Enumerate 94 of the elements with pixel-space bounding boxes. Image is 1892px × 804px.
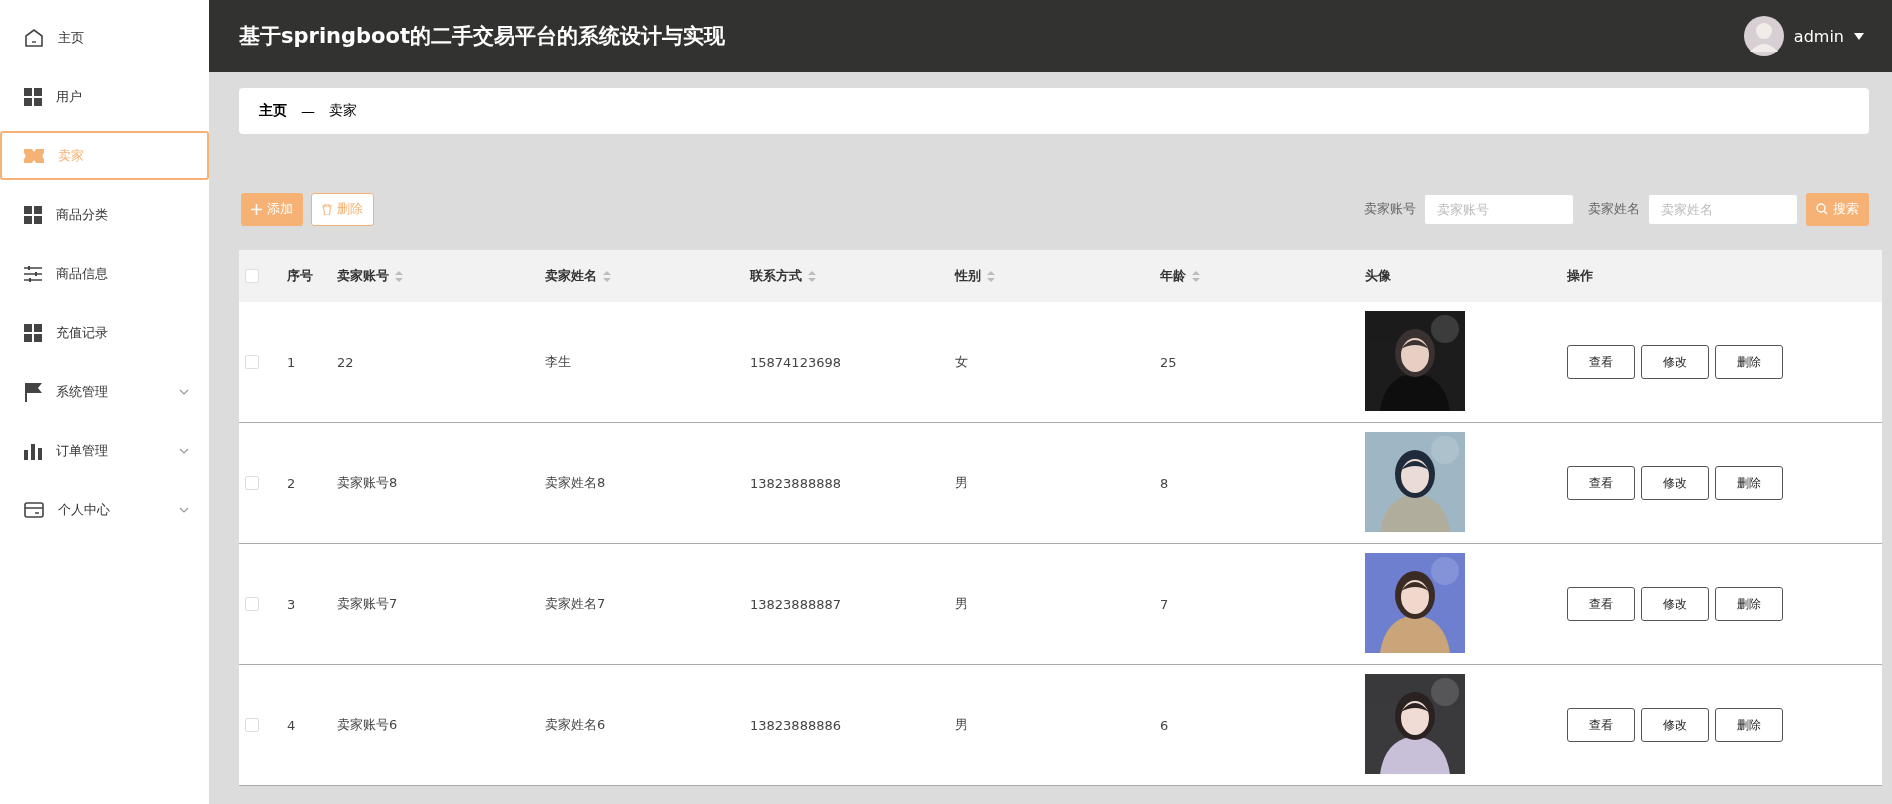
bar-chart-icon xyxy=(24,441,42,460)
sidebar-item[interactable]: 用户 xyxy=(0,72,209,121)
sidebar-item[interactable]: 系统管理 xyxy=(0,367,209,416)
column-header: 序号 xyxy=(287,267,313,285)
user-name[interactable]: admin xyxy=(1793,26,1844,46)
sidebar-label: 用户 xyxy=(56,87,83,106)
table-cell-text: 22 xyxy=(337,354,355,370)
table-cell-text: 卖家账号7 xyxy=(337,595,399,613)
filter-field[interactable]: 卖家姓名 xyxy=(1648,193,1798,225)
table-cell-text: 13823888886 xyxy=(750,717,842,733)
sidebar-label: 订单管理 xyxy=(56,441,109,460)
filter-label: 卖家账号 xyxy=(1364,200,1416,218)
table-cell-text: 2 xyxy=(287,475,297,491)
plus-icon xyxy=(251,203,262,215)
table-cell-text: 15874123698 xyxy=(750,354,842,370)
action-button[interactable]: 删除 xyxy=(1715,587,1783,621)
breadcrumb-item[interactable]: 主页 xyxy=(259,102,287,120)
sidebar-item[interactable]: 主页 xyxy=(0,13,209,62)
column-header: 头像 xyxy=(1365,267,1391,285)
table-cell-text: 卖家姓名7 xyxy=(545,595,607,613)
table-cell-text: 卖家姓名8 xyxy=(545,474,607,492)
checkbox[interactable] xyxy=(245,355,259,369)
breadcrumb-separator: — xyxy=(301,103,315,119)
table-cell-text: 男 xyxy=(955,474,969,492)
table-cell-text: 卖家账号8 xyxy=(337,474,399,492)
column-header: 年龄 xyxy=(1160,267,1186,285)
caret-icon[interactable] xyxy=(1854,32,1864,40)
home-icon xyxy=(24,27,44,48)
sidebar-label: 主页 xyxy=(58,28,85,47)
column-header: 卖家姓名 xyxy=(545,267,597,285)
breadcrumb-item: 卖家 xyxy=(329,102,357,120)
action-button[interactable]: 删除 xyxy=(1715,708,1783,742)
avatar[interactable] xyxy=(1743,16,1784,56)
table-cell-text: 4 xyxy=(287,717,297,733)
sidebar-item[interactable]: 商品分类 xyxy=(0,190,209,239)
checkbox[interactable] xyxy=(245,476,259,490)
table-cell-text: 13823888887 xyxy=(750,596,842,612)
ticket-icon xyxy=(24,148,44,163)
table-cell-text: 1 xyxy=(287,354,297,370)
action-button[interactable]: 查看 xyxy=(1567,466,1635,500)
table-cell-text: 13823888888 xyxy=(750,475,842,491)
column-header: 联系方式 xyxy=(750,267,802,285)
page-title: 基于springboot的二手交易平台的系统设计与实现 xyxy=(239,23,726,50)
table-cell-text: 男 xyxy=(955,595,969,613)
column-header: 卖家账号 xyxy=(337,267,389,285)
grid-icon xyxy=(24,205,42,224)
sidebar-label: 商品信息 xyxy=(56,264,109,283)
action-button[interactable]: 修改 xyxy=(1641,466,1709,500)
search-icon xyxy=(1816,203,1828,215)
sidebar-item[interactable]: 商品信息 xyxy=(0,249,209,298)
sort-icon[interactable] xyxy=(808,270,816,282)
action-button[interactable]: 修改 xyxy=(1641,587,1709,621)
sidebar-label: 商品分类 xyxy=(56,205,109,224)
table-cell-text: 男 xyxy=(955,716,969,734)
sort-icon[interactable] xyxy=(987,270,995,282)
sidebar-label: 充值记录 xyxy=(56,323,109,342)
grid-icon xyxy=(24,87,42,106)
sidebar-item[interactable]: 充值记录 xyxy=(0,308,209,357)
action-button[interactable]: 修改 xyxy=(1641,345,1709,379)
table-cell-text: 3 xyxy=(287,596,297,612)
trash-icon xyxy=(322,203,332,215)
action-button[interactable]: 查看 xyxy=(1567,587,1635,621)
sidebar-item[interactable]: 个人中心 xyxy=(0,485,209,534)
table-cell-text: 25 xyxy=(1160,354,1178,370)
table-cell-text: 女 xyxy=(955,353,969,371)
sidebar-item[interactable]: 订单管理 xyxy=(0,426,209,475)
column-header: 性别 xyxy=(955,267,981,285)
table-cell-text: 8 xyxy=(1160,475,1170,491)
sidebar-label: 系统管理 xyxy=(56,382,109,401)
table-cell-text: 李生 xyxy=(545,353,572,371)
action-button[interactable]: 删除 xyxy=(1715,466,1783,500)
sliders-icon xyxy=(24,264,42,283)
checkbox[interactable] xyxy=(245,269,259,283)
sidebar-label: 卖家 xyxy=(58,146,85,165)
sidebar-label: 个人中心 xyxy=(58,500,111,519)
sort-icon[interactable] xyxy=(603,270,611,282)
filter-label: 卖家姓名 xyxy=(1588,200,1640,218)
table-cell-text: 卖家姓名6 xyxy=(545,716,607,734)
action-button[interactable]: 查看 xyxy=(1567,345,1635,379)
checkbox[interactable] xyxy=(245,718,259,732)
action-button[interactable]: 查看 xyxy=(1567,708,1635,742)
filter-field[interactable]: 卖家账号 xyxy=(1424,193,1574,225)
grid-icon xyxy=(24,323,42,342)
card-icon xyxy=(24,501,44,518)
checkbox[interactable] xyxy=(245,597,259,611)
table-cell-text: 6 xyxy=(1160,717,1170,733)
action-button[interactable]: 修改 xyxy=(1641,708,1709,742)
action-button[interactable]: 删除 xyxy=(1715,345,1783,379)
sort-icon[interactable] xyxy=(395,270,403,282)
flag-icon xyxy=(24,381,42,402)
column-header: 操作 xyxy=(1567,267,1593,285)
table-cell-text: 卖家账号6 xyxy=(337,716,399,734)
table-cell-text: 7 xyxy=(1160,596,1170,612)
sort-icon[interactable] xyxy=(1192,270,1200,282)
